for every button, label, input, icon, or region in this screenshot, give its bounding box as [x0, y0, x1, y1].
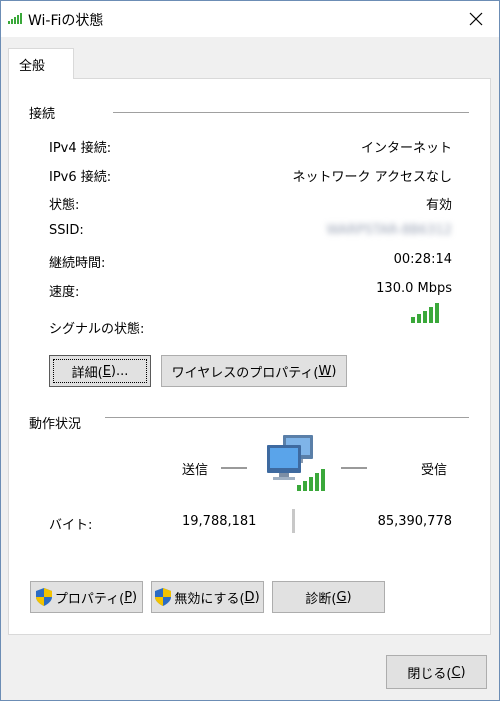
title-bar[interactable]: Wi-Fiの状態 [1, 1, 499, 37]
close-tail: ) [460, 664, 466, 680]
wireless-properties-button[interactable]: ワイヤレスのプロパティ(W) [161, 355, 347, 387]
disable-key: D [244, 589, 255, 605]
ipv4-value: インターネット [360, 141, 452, 156]
speed-label: 速度: [49, 285, 80, 300]
diagnose-key: G [336, 589, 347, 605]
close-icon [469, 12, 483, 26]
bytes-divider [292, 509, 295, 533]
wireless-properties-tail: ) [331, 363, 337, 379]
wifi-status-window: Wi-Fiの状態 全般 接続 IPv4 接続: インターネット IPv6 接続:… [0, 0, 500, 701]
close-text: 閉じる( [407, 666, 452, 682]
speed-value: 130.0 Mbps [376, 281, 452, 296]
network-computers-icon [267, 435, 325, 491]
ipv6-label: IPv6 接続: [49, 170, 112, 185]
ipv4-label: IPv4 接続: [49, 141, 112, 156]
disable-tail: ) [254, 589, 260, 605]
properties-tail: ) [132, 589, 138, 605]
wireless-properties-text: ワイヤレスのプロパティ( [171, 365, 319, 381]
duration-label: 継続時間: [49, 256, 106, 271]
received-label: 受信 [421, 463, 448, 478]
details-button-text: 詳細( [71, 365, 103, 381]
diagnose-text: 診断( [305, 591, 337, 607]
state-label: 状態: [49, 198, 80, 213]
diagnose-button[interactable]: 診断(G) [272, 581, 385, 613]
details-button[interactable]: 詳細(E)... [49, 355, 151, 387]
details-button-key: E [102, 363, 111, 379]
received-activity-line [341, 467, 367, 469]
activity-heading: 動作状況 [29, 417, 82, 432]
ipv6-value: ネットワーク アクセスなし [292, 170, 452, 185]
disable-button[interactable]: 無効にする(D) [151, 581, 264, 613]
wifi-signal-icon [8, 13, 22, 24]
close-window-button[interactable] [461, 1, 491, 37]
properties-text: プロパティ( [54, 591, 125, 607]
wireless-properties-key: W [318, 363, 332, 379]
connection-divider [113, 112, 469, 113]
diagnose-tail: ) [346, 589, 352, 605]
signal-label: シグナルの状態: [49, 322, 145, 337]
close-key: C [451, 664, 461, 680]
connection-heading: 接続 [29, 107, 56, 122]
uac-shield-icon [35, 588, 52, 606]
properties-button[interactable]: プロパティ(P) [30, 581, 143, 613]
close-button[interactable]: 閉じる(C) [386, 655, 487, 689]
bytes-sent-value: 19,788,181 [182, 514, 257, 529]
disable-text: 無効にする( [174, 591, 245, 607]
window-title: Wi-Fiの状態 [28, 13, 104, 29]
signal-bars-icon [411, 303, 439, 323]
details-button-tail: )... [110, 363, 129, 379]
sent-label: 送信 [182, 463, 209, 478]
ssid-label: SSID: [49, 223, 84, 238]
ssid-value: WARPSTAR-8B6312 [326, 223, 452, 238]
uac-shield-icon [155, 588, 172, 606]
properties-key: P [124, 589, 133, 605]
state-value: 有効 [425, 198, 452, 213]
activity-divider [105, 417, 469, 418]
tab-general[interactable]: 全般 [8, 48, 74, 79]
sent-activity-line [221, 467, 247, 469]
bytes-received-value: 85,390,778 [377, 514, 452, 529]
bytes-label: バイト: [49, 518, 93, 533]
duration-value: 00:28:14 [393, 252, 452, 267]
